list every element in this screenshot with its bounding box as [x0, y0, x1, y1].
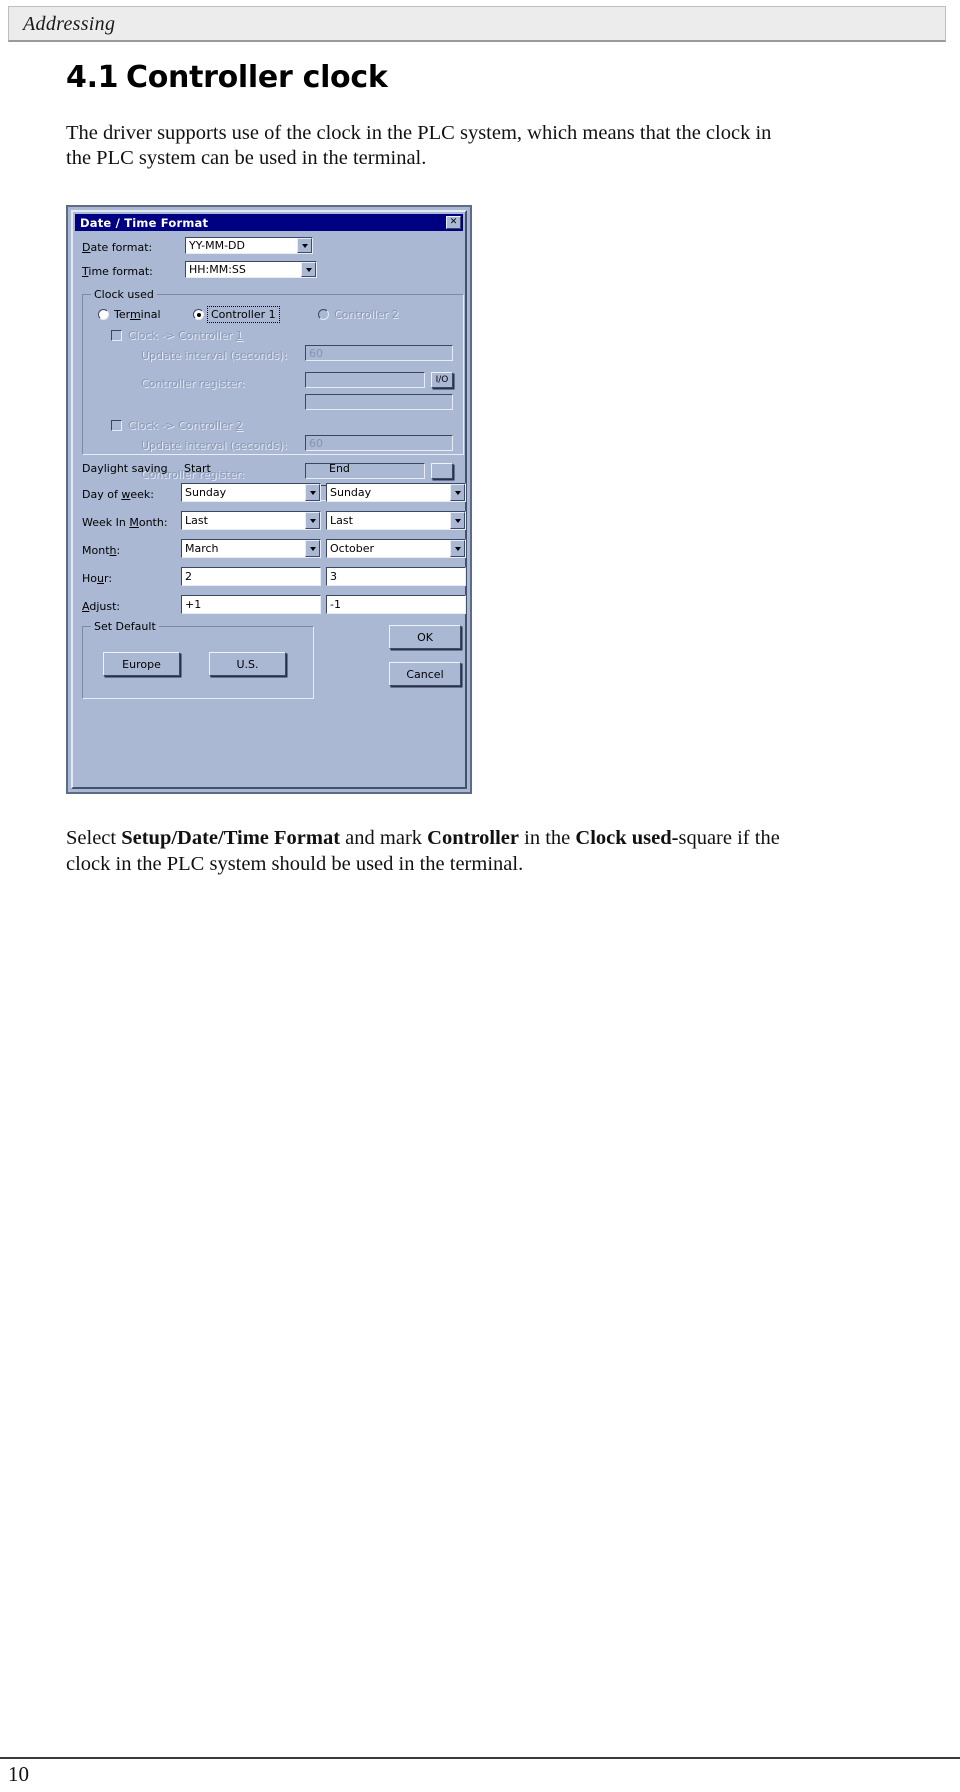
time-format-label: Time format: — [82, 265, 153, 278]
day-of-week-start-combo[interactable]: Sunday — [181, 483, 321, 502]
day-of-week-end-value: Sunday — [330, 486, 372, 499]
chevron-down-icon[interactable] — [450, 540, 465, 557]
update-interval-2-label: Update interval (seconds): — [141, 439, 288, 452]
chevron-down-icon[interactable] — [301, 262, 316, 277]
week-in-month-label: Week In Month: — [82, 516, 168, 529]
update-interval-2-input[interactable]: 60 — [305, 435, 453, 451]
chevron-down-icon[interactable] — [305, 540, 320, 557]
hour-label: Hour: — [82, 572, 113, 585]
week-in-month-end-value: Last — [330, 514, 353, 527]
month-label: Month: — [82, 544, 121, 557]
dialog-window: Date / Time Format ✕ Date format: YY-MM-… — [71, 210, 467, 789]
update-interval-1-input[interactable]: 60 — [305, 345, 453, 361]
adjust-end-input[interactable]: -1 — [326, 595, 466, 614]
update-interval-2-value: 60 — [309, 436, 323, 450]
controller-register-1-input-2[interactable] — [305, 394, 453, 410]
date-format-value: YY-MM-DD — [189, 239, 245, 252]
week-in-month-start-combo[interactable]: Last — [181, 511, 321, 530]
week-in-month-start-value: Last — [185, 514, 208, 527]
month-start-value: March — [185, 542, 219, 555]
radio-controller-2[interactable]: Controller 2 — [318, 308, 399, 321]
cancel-button[interactable]: Cancel — [389, 662, 461, 686]
radio-dot-icon — [193, 309, 204, 320]
radio-controller-2-label: Controller 2 — [334, 308, 399, 321]
checkbox-clock-to-controller-2[interactable]: Clock -> Controller 2 — [111, 419, 243, 432]
radio-controller-1-label: Controller 1 — [207, 306, 280, 323]
time-format-value: HH:MM:SS — [189, 263, 246, 276]
update-interval-1-label: Update interval (seconds): — [141, 349, 288, 362]
hour-start-value: 2 — [185, 570, 192, 583]
chevron-down-icon[interactable] — [305, 484, 320, 501]
dialog-titlebar: Date / Time Format ✕ — [75, 214, 463, 231]
radio-terminal[interactable]: Terminal — [98, 308, 161, 321]
adjust-start-input[interactable]: +1 — [181, 595, 321, 614]
radio-dot-icon — [98, 309, 109, 320]
hour-end-input[interactable]: 3 — [326, 567, 466, 586]
adjust-end-value: -1 — [330, 598, 341, 611]
adjust-start-value: +1 — [185, 598, 202, 611]
chevron-down-icon[interactable] — [450, 484, 465, 501]
caption-block: Select Setup/Date/Time Format and mark C… — [66, 825, 856, 877]
chevron-down-icon[interactable] — [305, 512, 320, 529]
running-header: Addressing — [8, 6, 946, 42]
close-icon[interactable]: ✕ — [446, 215, 461, 229]
date-format-label: Date format: — [82, 241, 153, 254]
daylight-start-column-header: Start — [184, 462, 211, 475]
daylight-end-column-header: End — [329, 462, 350, 475]
europe-button[interactable]: Europe — [103, 652, 180, 676]
intro-paragraph: The driver supports use of the clock in … — [66, 122, 772, 169]
document-body: 4.1 Controller clock The driver supports … — [66, 60, 856, 171]
checkbox-clock-to-controller-1-label: Clock -> Controller 1 — [128, 329, 243, 342]
running-header-title: Addressing — [23, 13, 116, 35]
hour-start-input[interactable]: 2 — [181, 567, 321, 586]
month-end-value: October — [330, 542, 375, 555]
month-start-combo[interactable]: March — [181, 539, 321, 558]
chevron-down-icon[interactable] — [450, 512, 465, 529]
caption-part-3: in the — [519, 827, 576, 849]
controller-register-1-picker-button[interactable]: I/O — [431, 372, 453, 388]
controller-register-2-input[interactable] — [305, 463, 425, 479]
checkbox-clock-to-controller-1[interactable]: Clock -> Controller 1 — [111, 329, 243, 342]
page-number: 10 — [8, 1762, 29, 1786]
footer-divider — [0, 1757, 960, 1759]
radio-terminal-label: Terminal — [114, 308, 161, 321]
set-default-group: Set Default Europe U.S. — [82, 620, 314, 699]
chevron-down-icon[interactable] — [297, 238, 312, 253]
week-in-month-end-combo[interactable]: Last — [326, 511, 466, 530]
checkbox-icon — [111, 330, 122, 341]
ok-button[interactable]: OK — [389, 625, 461, 649]
clock-used-group-title: Clock used — [91, 288, 157, 301]
section-number: 4.1 — [66, 60, 119, 95]
day-of-week-label: Day of week: — [82, 488, 154, 501]
checkbox-clock-to-controller-2-label: Clock -> Controller 2 — [128, 419, 243, 432]
section-title: Controller clock — [126, 60, 388, 95]
caption-bold-2: Controller — [427, 827, 520, 849]
checkbox-icon — [111, 420, 122, 431]
caption-paragraph: Select Setup/Date/Time Format and mark C… — [66, 825, 806, 877]
caption-part-2: and mark — [340, 827, 428, 849]
month-end-combo[interactable]: October — [326, 539, 466, 558]
dialog-title: Date / Time Format — [80, 215, 209, 230]
caption-bold-1: Setup/Date/Time Format — [121, 827, 341, 849]
radio-dot-icon — [318, 309, 329, 320]
controller-register-2-picker-button[interactable] — [431, 463, 453, 479]
set-default-group-title: Set Default — [91, 620, 159, 633]
us-button[interactable]: U.S. — [209, 652, 286, 676]
update-interval-1-value: 60 — [309, 346, 323, 360]
controller-register-1-label: Controller register: — [141, 377, 245, 390]
adjust-label: Adjust: — [82, 600, 121, 613]
day-of-week-end-combo[interactable]: Sunday — [326, 483, 466, 502]
time-format-combo[interactable]: HH:MM:SS — [185, 261, 317, 278]
caption-bold-3: Clock used- — [575, 827, 679, 849]
radio-controller-1[interactable]: Controller 1 — [193, 306, 280, 323]
controller-register-1-input[interactable] — [305, 372, 425, 388]
date-format-combo[interactable]: YY-MM-DD — [185, 237, 313, 254]
page-title: 4.1 Controller clock — [66, 60, 856, 95]
daylight-saving-title: Daylight saving — [82, 462, 168, 475]
day-of-week-start-value: Sunday — [185, 486, 227, 499]
dialog-screenshot: Date / Time Format ✕ Date format: YY-MM-… — [66, 205, 472, 794]
clock-used-group: Clock used Terminal Controller 1 Control… — [82, 288, 464, 501]
hour-end-value: 3 — [330, 570, 337, 583]
caption-part-1: Select — [66, 827, 122, 849]
